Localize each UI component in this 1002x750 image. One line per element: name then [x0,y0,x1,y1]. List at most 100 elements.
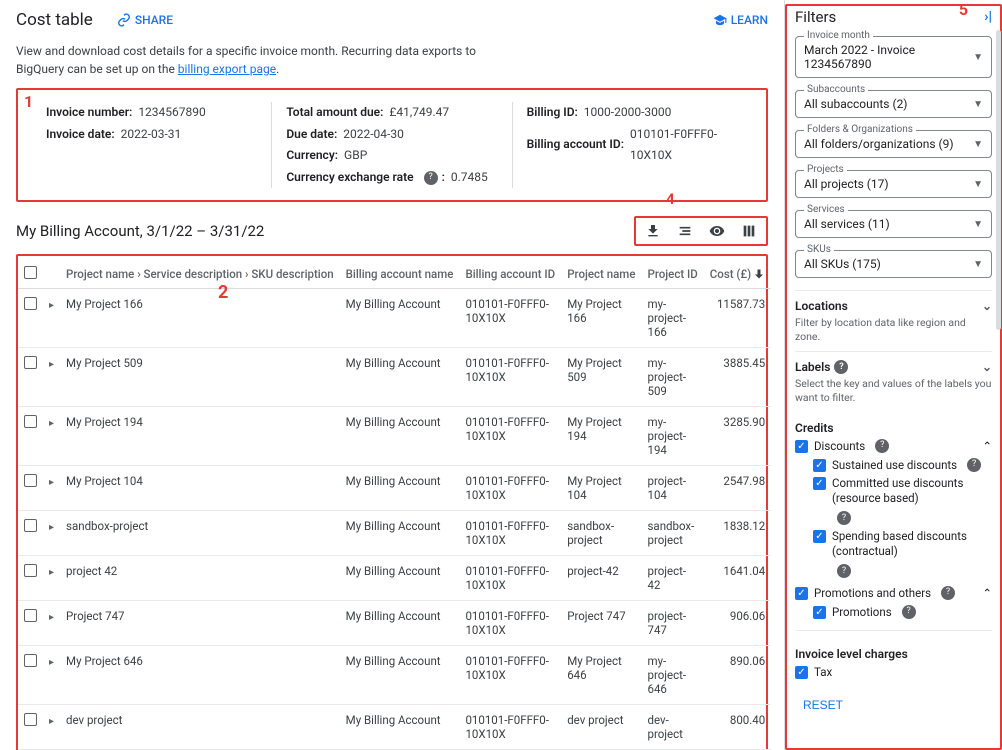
arrow-down-icon [753,268,765,280]
cell-cost: 2547.98 [704,466,771,511]
sbd-checkbox[interactable]: ✓ [813,530,826,543]
row-checkbox[interactable] [24,519,37,532]
promotions-checkbox[interactable]: ✓ [813,606,826,619]
expand-row-icon[interactable]: ▸ [49,657,54,668]
expand-row-icon[interactable]: ▸ [49,522,54,533]
learn-button[interactable]: LEARN [713,13,768,27]
cell-acctid: 010101-F0FFF0-10X10X [459,601,561,646]
callout-4: 4 [666,190,675,208]
row-checkbox[interactable] [24,474,37,487]
filter-invoice-month[interactable]: Invoice month March 2022 - Invoice 12345… [795,36,992,78]
cell-pname: Project 747 [561,601,641,646]
cell-pid: project-104 [642,466,704,511]
help-icon[interactable]: ? [902,605,916,619]
columns-icon[interactable] [740,222,758,240]
discounts-checkbox[interactable]: ✓ [795,440,808,453]
help-icon[interactable]: ? [837,511,851,525]
cell-pname: My Project 509 [561,348,641,407]
cell-pid: dev-project [642,705,704,750]
promotions-group-checkbox[interactable]: ✓ [795,587,808,600]
row-checkbox[interactable] [24,654,37,667]
expand-row-icon[interactable]: ▸ [49,418,54,429]
chevron-down-icon: ▼ [973,139,983,150]
table-row: ▸Project 747My Billing Account010101-F0F… [18,601,771,646]
cud-checkbox[interactable]: ✓ [813,477,826,490]
filter-skus[interactable]: SKUs All SKUs (175)▼ [795,250,992,278]
cell-cost: 1838.12 [704,511,771,556]
chevron-down-icon: ⌄ [982,299,992,313]
expand-row-icon[interactable]: ▸ [49,359,54,370]
filter-folders[interactable]: Folders & Organizations All folders/orga… [795,130,992,158]
filter-subaccounts[interactable]: Subaccounts All subaccounts (2)▼ [795,90,992,118]
cell-name: Project 747 [60,601,340,646]
cell-pid: my-project-646 [642,646,704,705]
chevron-down-icon: ▼ [973,219,983,230]
callout-1: 1 [24,92,33,111]
cell-acctid: 010101-F0FFF0-10X10X [459,511,561,556]
help-icon[interactable]: ? [875,439,889,453]
table-row: ▸My Project 509My Billing Account010101-… [18,348,771,407]
select-all-checkbox[interactable] [24,266,37,279]
cell-pid: my-project-509 [642,348,704,407]
cell-pname: sandbox-project [561,511,641,556]
row-checkbox[interactable] [24,415,37,428]
help-icon[interactable]: ? [837,564,851,578]
row-checkbox[interactable] [24,713,37,726]
help-icon[interactable]: ? [967,458,981,472]
col-billing-id[interactable]: Billing account ID [459,260,561,289]
table-row: ▸My Project 104My Billing Account010101-… [18,466,771,511]
expand-row-icon[interactable]: ▸ [49,716,54,727]
invoice-charges-title: Invoice level charges [795,647,992,661]
chevron-up-icon[interactable]: ⌃ [982,586,992,601]
expand-row-icon[interactable]: ▸ [49,477,54,488]
row-checkbox[interactable] [24,356,37,369]
callout-2: 2 [218,282,228,303]
locations-hint: Filter by location data like region and … [795,316,992,343]
col-project-id[interactable]: Project ID [642,260,704,289]
cell-cost: 3885.45 [704,348,771,407]
reset-button[interactable]: RESET [795,692,851,718]
table-row: ▸My Project 194My Billing Account010101-… [18,407,771,466]
col-billing-name[interactable]: Billing account name [340,260,460,289]
cell-name: My Project 166 [60,289,340,348]
labels-hint: Select the key and values of the labels … [795,377,992,404]
collapse-panel-icon[interactable]: ›| [984,9,992,25]
col-project[interactable]: Project name › Service description › SKU… [60,260,340,289]
col-project-name[interactable]: Project name [561,260,641,289]
chevron-down-icon: ▼ [973,179,983,190]
col-cost[interactable]: Cost (£) [704,260,771,289]
share-button[interactable]: SHARE [117,13,173,27]
filter-services[interactable]: Services All services (11)▼ [795,210,992,238]
table-row: ▸My Project 166My Billing Account010101-… [18,289,771,348]
cell-name: dev project [60,705,340,750]
locations-toggle[interactable]: Locations⌄ [795,299,992,313]
table-row: ▸My Project 646My Billing Account010101-… [18,646,771,705]
filters-title: Filters [795,8,836,26]
collapse-all-icon[interactable] [676,222,694,240]
tax-checkbox[interactable]: ✓ [795,666,808,679]
graduation-cap-icon [713,13,727,27]
sud-checkbox[interactable]: ✓ [813,459,826,472]
expand-row-icon[interactable]: ▸ [49,567,54,578]
intro-text: View and download cost details for a spe… [16,42,768,78]
expand-row-icon[interactable]: ▸ [49,612,54,623]
cell-pid: project-747 [642,601,704,646]
labels-toggle[interactable]: Labels ?⌄ [795,360,992,374]
row-checkbox[interactable] [24,564,37,577]
table-row: ▸dev projectMy Billing Account010101-F0F… [18,705,771,750]
filter-projects[interactable]: Projects All projects (17)▼ [795,170,992,198]
help-icon[interactable]: ? [834,360,848,374]
download-icon[interactable] [644,222,662,240]
visibility-icon[interactable] [708,222,726,240]
billing-export-link[interactable]: billing export page [178,62,276,76]
expand-row-icon[interactable]: ▸ [49,300,54,311]
cell-acctid: 010101-F0FFF0-10X10X [459,556,561,601]
vertical-scrollbar[interactable] [996,30,1001,330]
chevron-up-icon[interactable]: ⌃ [982,439,992,454]
cell-name: My Project 509 [60,348,340,407]
row-checkbox[interactable] [24,297,37,310]
help-icon[interactable]: ? [424,171,438,185]
page-title: Cost table [16,10,93,30]
help-icon[interactable]: ? [941,586,955,600]
row-checkbox[interactable] [24,609,37,622]
